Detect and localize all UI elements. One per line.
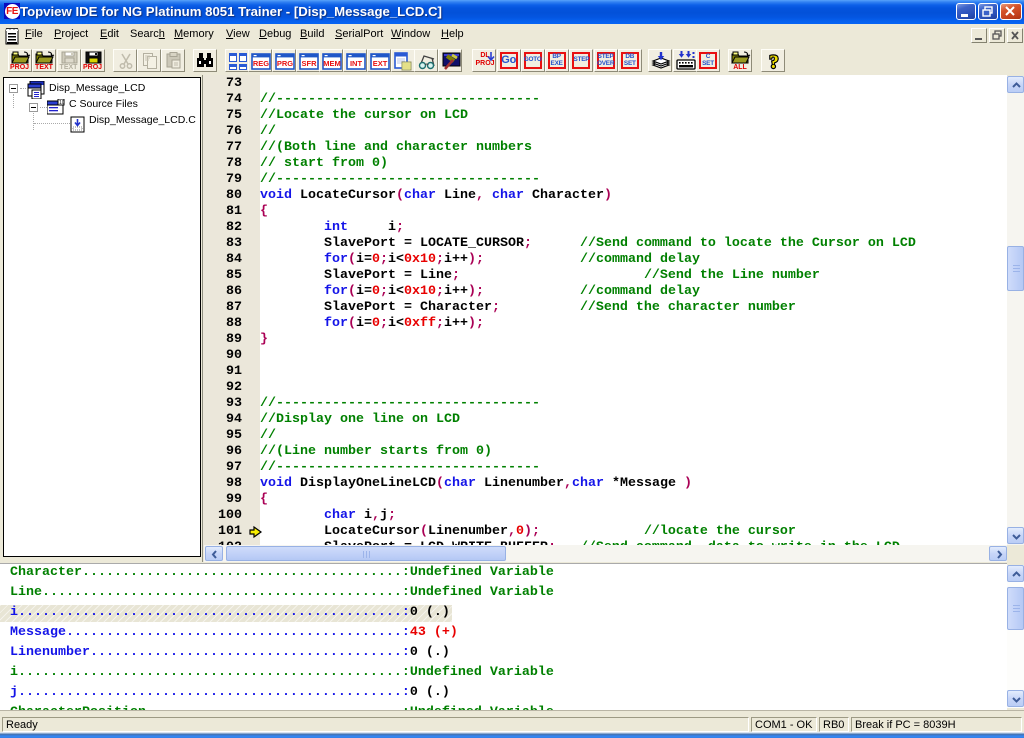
- svg-text:PRG: PRG: [277, 59, 293, 68]
- svg-text:REG: REG: [253, 59, 269, 68]
- svg-text:INT: INT: [350, 59, 363, 68]
- svg-text:?: ?: [769, 52, 779, 73]
- svg-text:EXT: EXT: [373, 59, 388, 68]
- svg-text:MEM: MEM: [324, 59, 342, 68]
- svg-text:10: 10: [59, 100, 65, 106]
- svg-text:SFR: SFR: [301, 59, 317, 68]
